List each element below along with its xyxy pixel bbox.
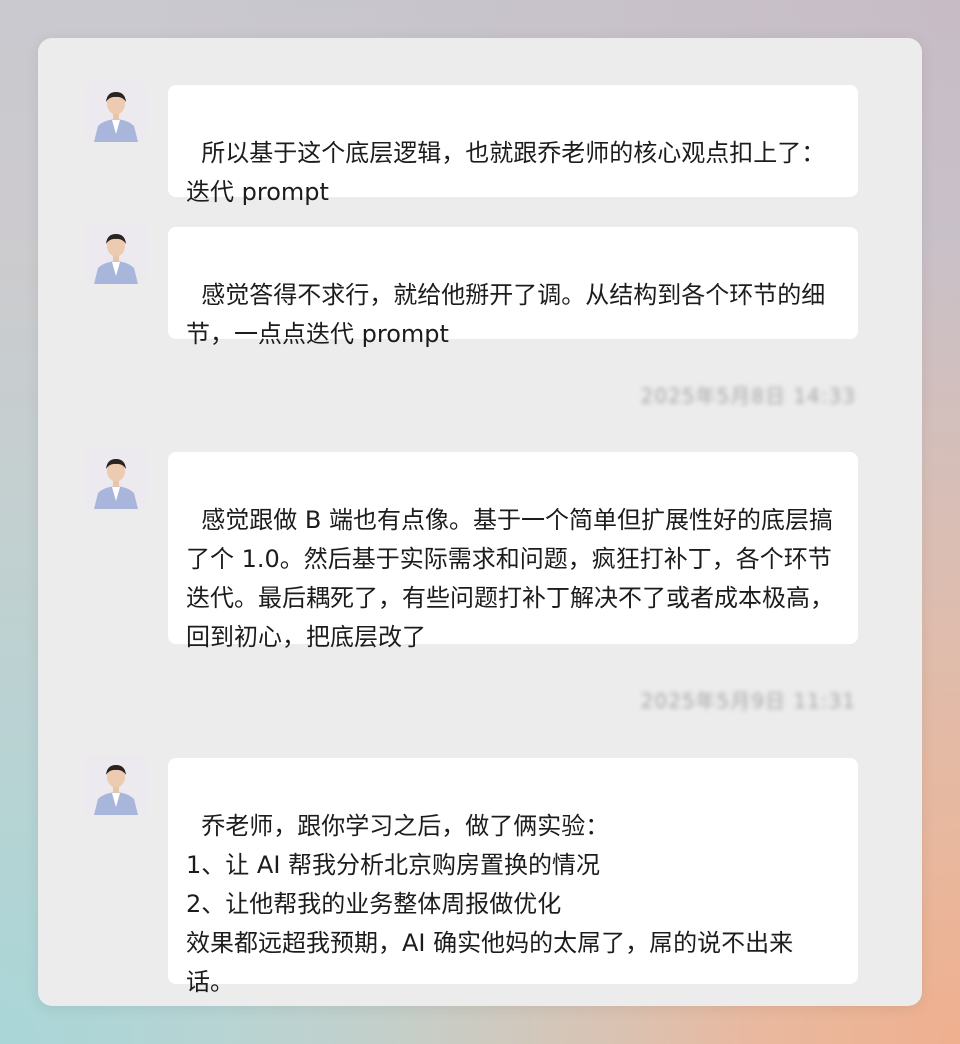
avatar[interactable] xyxy=(84,224,148,284)
timestamp: 2025年5月8日 14:33 xyxy=(640,384,856,408)
user-avatar-icon xyxy=(84,449,148,509)
message-bubble[interactable]: 所以基于这个底层逻辑，也就跟乔老师的核心观点扣上了：迭代 prompt xyxy=(168,85,858,206)
user-avatar-icon xyxy=(84,755,148,815)
user-avatar-icon xyxy=(84,224,148,284)
message-bubble[interactable]: 乔老师，跟你学习之后，做了俩实验： 1、让 AI 帮我分析北京购房置换的情况 2… xyxy=(168,758,858,996)
message-text: 感觉跟做 B 端也有点像。基于一个简单但扩展性好的底层搞了个 1.0。然后基于实… xyxy=(186,506,834,651)
message-text: 乔老师，跟你学习之后，做了俩实验： 1、让 AI 帮我分析北京购房置换的情况 2… xyxy=(186,812,794,996)
message-text: 感觉答得不求行，就给他掰开了调。从结构到各个环节的细节，一点点迭代 prompt xyxy=(186,281,826,348)
avatar[interactable] xyxy=(84,82,148,142)
avatar[interactable] xyxy=(84,755,148,815)
message-text: 所以基于这个底层逻辑，也就跟乔老师的核心观点扣上了：迭代 prompt xyxy=(186,139,826,206)
timestamp: 2025年5月9日 11:31 xyxy=(640,689,856,713)
message-bubble[interactable]: 感觉跟做 B 端也有点像。基于一个简单但扩展性好的底层搞了个 1.0。然后基于实… xyxy=(168,452,858,651)
user-avatar-icon xyxy=(84,82,148,142)
avatar[interactable] xyxy=(84,449,148,509)
message-bubble[interactable]: 感觉答得不求行，就给他掰开了调。从结构到各个环节的细节，一点点迭代 prompt xyxy=(168,227,858,348)
